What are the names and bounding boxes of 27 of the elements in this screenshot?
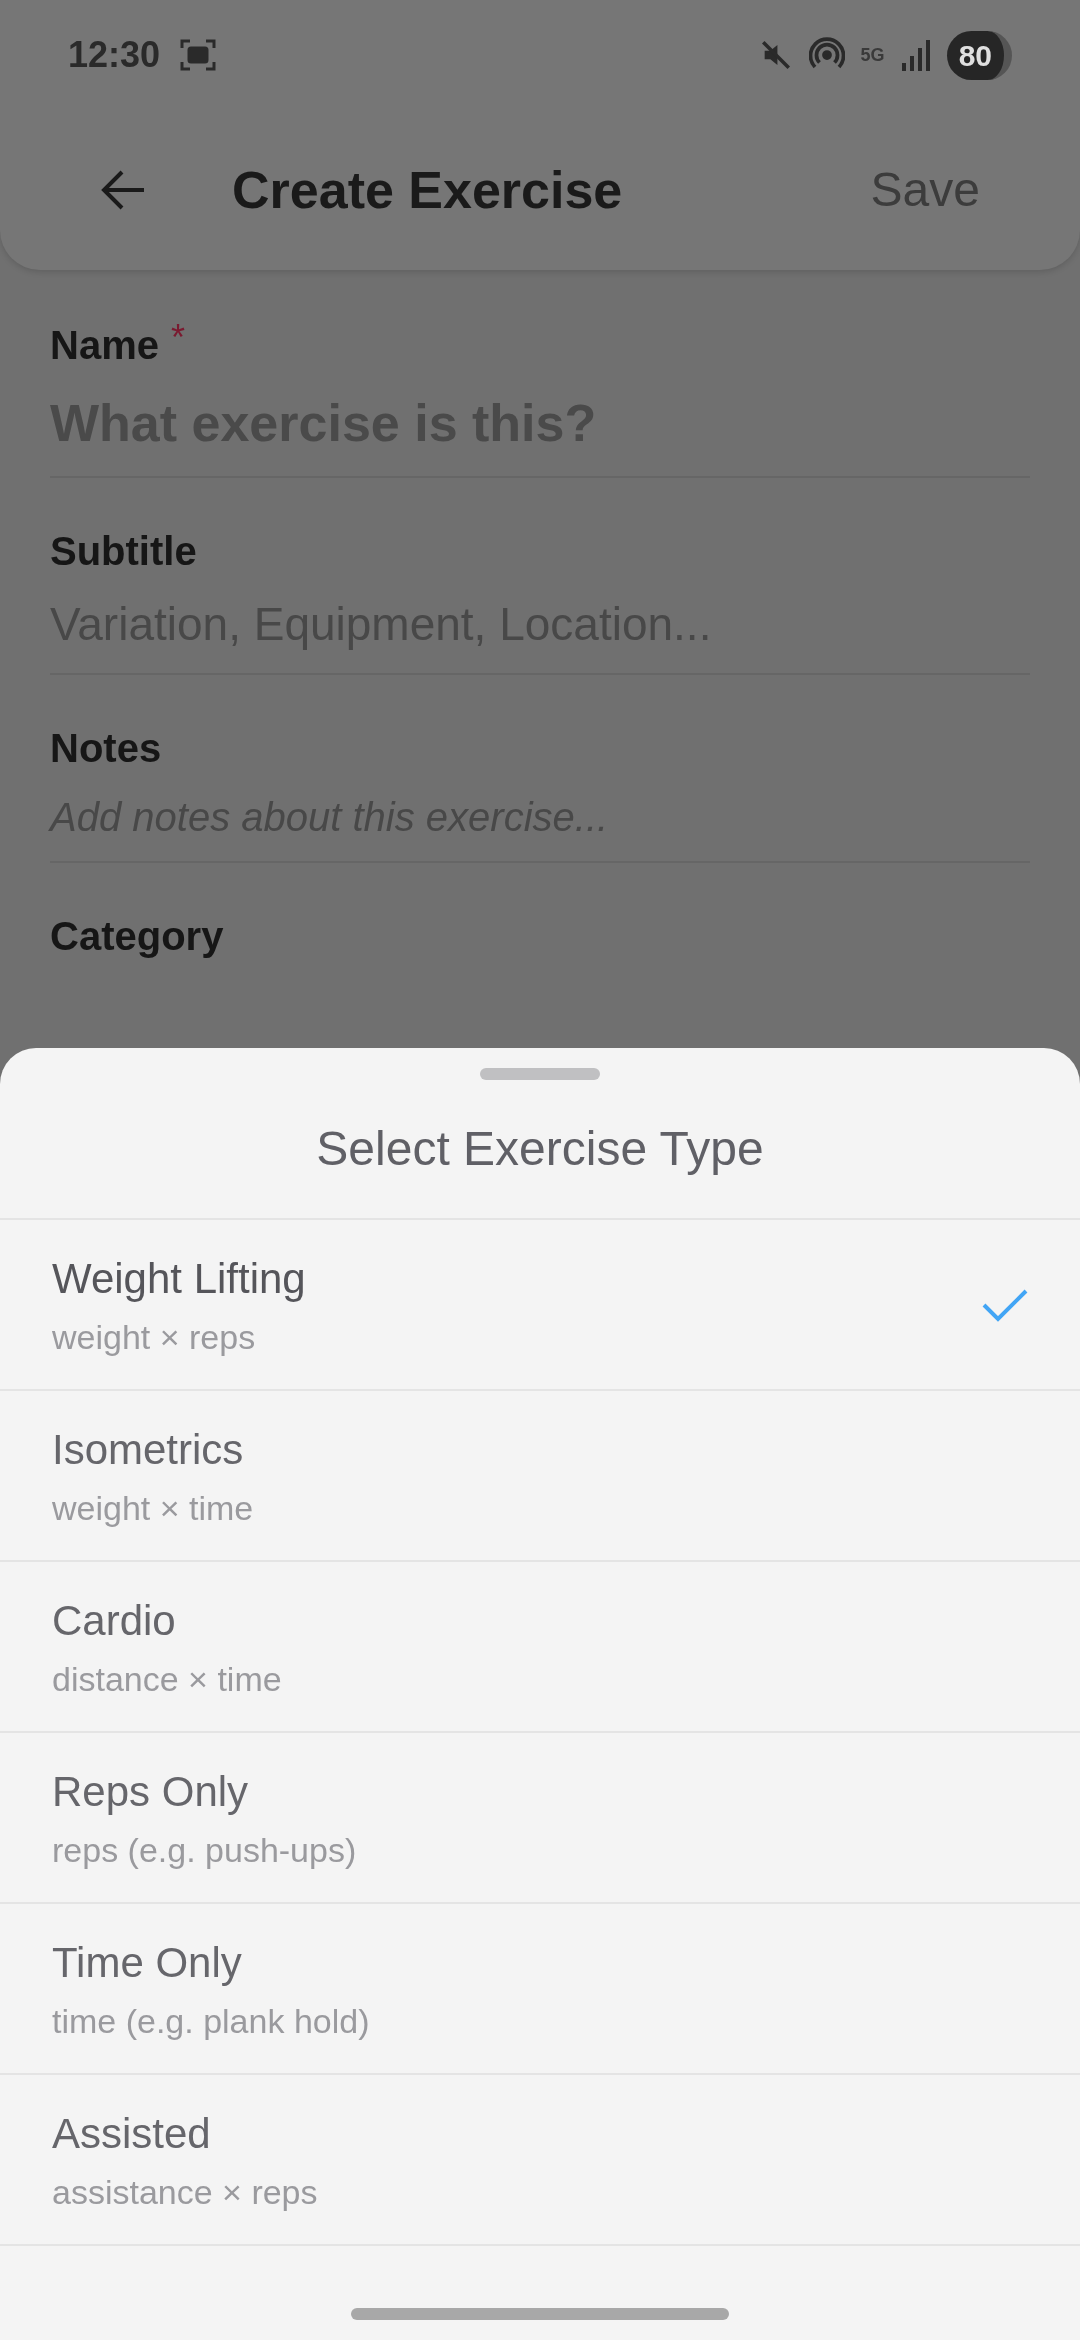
option-detail: weight × reps (52, 1316, 257, 1358)
screenshot-icon (180, 38, 217, 72)
option-label: Isometrics (52, 1424, 245, 1475)
option-label: Cardio (52, 1595, 177, 1646)
signal-icon (900, 39, 931, 71)
drag-handle[interactable] (480, 1068, 600, 1080)
battery-indicator: 80 (946, 30, 1012, 80)
status-time: 12:30 (68, 33, 161, 77)
field-label: Notes (50, 725, 162, 772)
option-detail: distance × time (52, 1658, 282, 1700)
option-label: Time Only (52, 1937, 243, 1988)
option-detail: time (e.g. plank hold) (52, 2000, 370, 2042)
option-detail: assistance × reps (52, 2171, 318, 2213)
sheet-title: Select Exercise Type (316, 1121, 764, 1177)
field-label: Subtitle (50, 528, 197, 575)
network-label: 5G (860, 46, 885, 64)
screen-title: Create Exercise (232, 160, 623, 221)
field-label: Category (50, 913, 224, 960)
option-detail: weight × time (52, 1487, 254, 1529)
option-detail: reps (e.g. push-ups) (52, 1829, 357, 1871)
option-label: Weight Lifting (52, 1253, 306, 1304)
option-label: Reps Only (52, 1766, 250, 1817)
field-label: Name (50, 322, 159, 369)
required-mark: * (170, 320, 185, 356)
back-arrow-icon[interactable] (100, 170, 146, 210)
home-indicator[interactable] (351, 2308, 729, 2320)
option-label: Assisted (52, 2108, 212, 2159)
